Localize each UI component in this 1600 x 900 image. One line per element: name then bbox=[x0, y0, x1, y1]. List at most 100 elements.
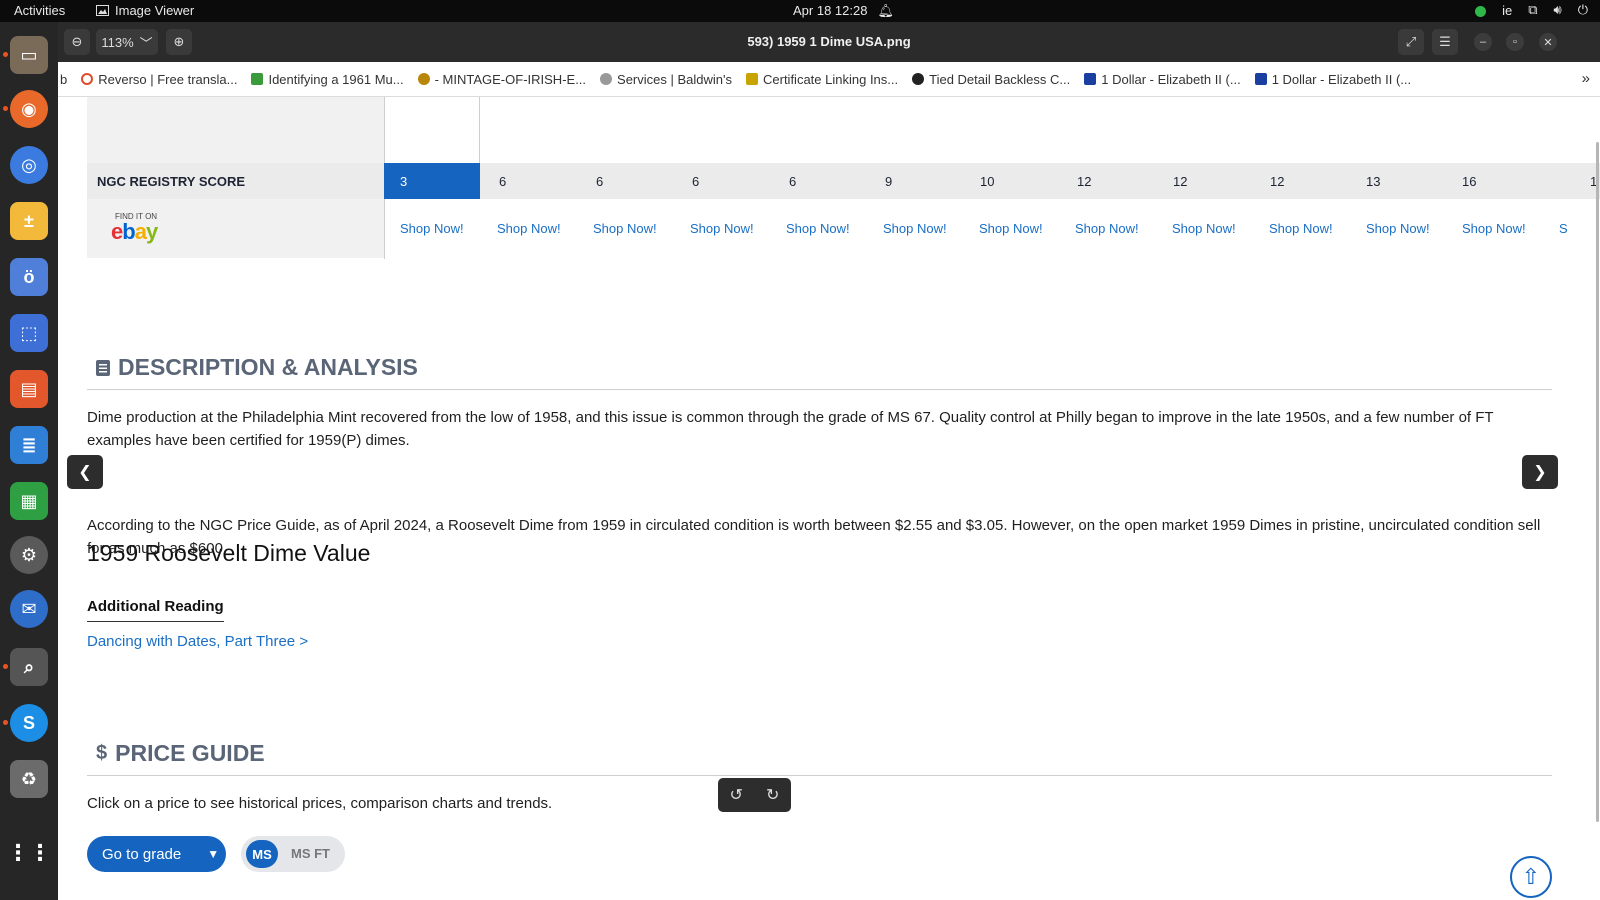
additional-reading-heading: Additional Reading bbox=[87, 598, 224, 622]
shield-icon bbox=[746, 73, 758, 85]
bookmark-label: b bbox=[60, 71, 68, 87]
system-tray[interactable]: ie ⧉ 🔊︎ ⏻ bbox=[1475, 2, 1588, 18]
bookmark-item[interactable]: Identifying a 1961 Mu... bbox=[251, 71, 404, 87]
activities-button[interactable]: Activities bbox=[14, 3, 65, 18]
shop-now-link[interactable]: Shop Now! bbox=[786, 221, 850, 236]
shop-now-link[interactable]: Shop Now! bbox=[1366, 221, 1430, 236]
clock-text: Apr 18 12:28 bbox=[793, 3, 868, 18]
writer-icon[interactable]: ≣ bbox=[10, 426, 48, 464]
section-divider bbox=[87, 775, 1552, 776]
value-paragraph: According to the NGC Price Guide, as of … bbox=[87, 517, 1541, 557]
bookmark-label: Services | Baldwin's bbox=[617, 71, 732, 87]
maximize-icon: ▫ bbox=[1513, 36, 1517, 48]
bookmark-label: Reverso | Free transla... bbox=[98, 71, 238, 87]
show-apps-icon[interactable]: ⋮⋮ bbox=[7, 834, 51, 872]
image-viewer-dock-icon[interactable]: ⌕ bbox=[10, 648, 48, 686]
minimize-icon: – bbox=[1479, 36, 1487, 48]
running-indicator bbox=[3, 52, 8, 57]
shop-now-link[interactable]: Shop Now! bbox=[400, 221, 464, 236]
price-guide-paragraph: Click on a price to see historical price… bbox=[87, 795, 553, 812]
app-menu[interactable]: Image Viewer bbox=[96, 3, 194, 18]
shop-now-link[interactable]: Shop Now! bbox=[1172, 221, 1236, 236]
bookmark-label: Identifying a 1961 Mu... bbox=[268, 71, 404, 87]
score-cell: 16 bbox=[1462, 174, 1477, 189]
minimize-button[interactable]: – bbox=[1474, 33, 1492, 51]
shop-now-link[interactable]: S bbox=[1559, 221, 1568, 236]
rotate-left-icon[interactable]: ↺ bbox=[730, 785, 743, 805]
trash-icon[interactable]: ♻ bbox=[10, 760, 48, 798]
bookmark-item[interactable]: Reverso | Free transla... bbox=[81, 72, 237, 87]
toggle-msft-option[interactable]: MS FT bbox=[291, 846, 330, 861]
bell-icon: 🔔︎ bbox=[877, 3, 894, 18]
menu-button[interactable]: ☰ bbox=[1432, 29, 1458, 55]
settings-icon[interactable]: ⚙ bbox=[10, 536, 48, 574]
bookmark-item[interactable]: 1 Dollar - Elizabeth II (... bbox=[1254, 72, 1411, 87]
bookmark-item[interactable]: Services | Baldwin's bbox=[600, 72, 732, 87]
previous-image-button[interactable]: ❮ bbox=[67, 455, 103, 489]
table-label-column bbox=[87, 97, 384, 163]
rotate-toolbar: ↺ ↻ bbox=[718, 778, 791, 812]
shop-now-link[interactable]: Shop Now! bbox=[883, 221, 947, 236]
bookmark-item[interactable]: Tied Detail Backless C... bbox=[912, 72, 1070, 87]
shop-now-link[interactable]: Shop Now! bbox=[1269, 221, 1333, 236]
dollar-icon: $ bbox=[96, 742, 108, 764]
go-to-grade-button[interactable]: Go to grade ▼ bbox=[87, 836, 226, 872]
scroll-to-top-icon[interactable]: ⇧ bbox=[1510, 856, 1552, 898]
site-icon bbox=[1254, 73, 1267, 85]
firefox-icon[interactable]: ◉ bbox=[10, 90, 48, 128]
registry-score-label: NGC REGISTRY SCORE bbox=[97, 174, 246, 189]
thunderbird-icon[interactable]: ✉ bbox=[10, 590, 48, 628]
bookmark-label: 1 Dollar - Elizabeth II (... bbox=[1101, 71, 1241, 87]
bookmark-label: Tied Detail Backless C... bbox=[929, 71, 1071, 87]
bookmark-item[interactable]: 1 Dollar - Elizabeth II (... bbox=[1084, 71, 1241, 87]
price-guide-heading: $ PRICE GUIDE bbox=[96, 740, 265, 767]
shop-now-link[interactable]: Shop Now! bbox=[1462, 221, 1526, 236]
score-cell: 10 bbox=[980, 174, 995, 189]
reverso-icon bbox=[81, 73, 94, 85]
calculator-icon[interactable]: ± bbox=[10, 202, 48, 240]
chromium-icon[interactable]: ◎ bbox=[10, 146, 48, 184]
document-icon bbox=[96, 359, 110, 376]
shop-now-link[interactable]: Shop Now! bbox=[593, 221, 657, 236]
toggle-ms-option[interactable]: MS bbox=[246, 840, 278, 868]
grade-type-toggle[interactable]: MS MS FT bbox=[241, 836, 345, 872]
score-cell: 6 bbox=[596, 174, 604, 189]
fullscreen-button[interactable]: ⤢ bbox=[1398, 29, 1424, 55]
site-icon bbox=[417, 73, 430, 85]
screenshot-icon[interactable]: ⬚ bbox=[10, 314, 48, 352]
shop-now-link[interactable]: Shop Now! bbox=[979, 221, 1043, 236]
ebay-logo[interactable]: ebay bbox=[111, 219, 158, 245]
dancing-with-dates-link[interactable]: Dancing with Dates, Part Three > bbox=[87, 633, 308, 650]
system-top-bar: Activities Image Viewer Apr 18 12:28 🔔︎ … bbox=[0, 0, 1600, 22]
shop-now-link[interactable]: Shop Now! bbox=[1075, 221, 1139, 236]
site-icon bbox=[1084, 73, 1097, 85]
bookmark-item[interactable]: b bbox=[60, 72, 67, 87]
impress-icon[interactable]: ▤ bbox=[10, 370, 48, 408]
close-button[interactable]: ✕ bbox=[1539, 33, 1557, 51]
score-cell: 12 bbox=[1270, 174, 1285, 189]
calc-spreadsheet-icon[interactable]: ▦ bbox=[10, 482, 48, 520]
next-image-button[interactable]: ❯ bbox=[1522, 455, 1558, 489]
bookmark-label: - MINTAGE-OF-IRISH-E... bbox=[434, 71, 587, 87]
bookmark-item[interactable]: Certificate Linking Ins... bbox=[746, 72, 898, 87]
fullscreen-icon: ⤢ bbox=[1405, 34, 1417, 49]
shop-now-link[interactable]: Shop Now! bbox=[690, 221, 754, 236]
shop-now-link[interactable]: Shop Now! bbox=[497, 221, 561, 236]
app-name: Image Viewer bbox=[115, 3, 195, 18]
network-icon: ⧉ bbox=[1528, 2, 1538, 17]
character-map-icon[interactable]: ö bbox=[10, 258, 48, 296]
hamburger-icon: ☰ bbox=[1439, 34, 1451, 49]
image-canvas[interactable]: b Reverso | Free transla... Identifying … bbox=[58, 62, 1600, 900]
keyboard-layout[interactable]: ie bbox=[1502, 3, 1512, 18]
page-scrollbar[interactable] bbox=[1596, 142, 1599, 822]
chevron-right-icon[interactable]: » bbox=[1582, 70, 1590, 87]
update-status-icon bbox=[1475, 6, 1487, 17]
bookmark-item[interactable]: - MINTAGE-OF-IRISH-E... bbox=[417, 71, 587, 87]
score-cell: 13 bbox=[1366, 174, 1381, 189]
ebay-letter: y bbox=[145, 219, 158, 244]
maximize-button[interactable]: ▫ bbox=[1506, 33, 1524, 51]
rotate-right-icon[interactable]: ↻ bbox=[766, 785, 779, 805]
clock[interactable]: Apr 18 12:28 🔔︎ bbox=[793, 3, 894, 19]
skype-icon[interactable]: S bbox=[10, 704, 48, 742]
files-icon[interactable]: ▭ bbox=[10, 36, 48, 74]
